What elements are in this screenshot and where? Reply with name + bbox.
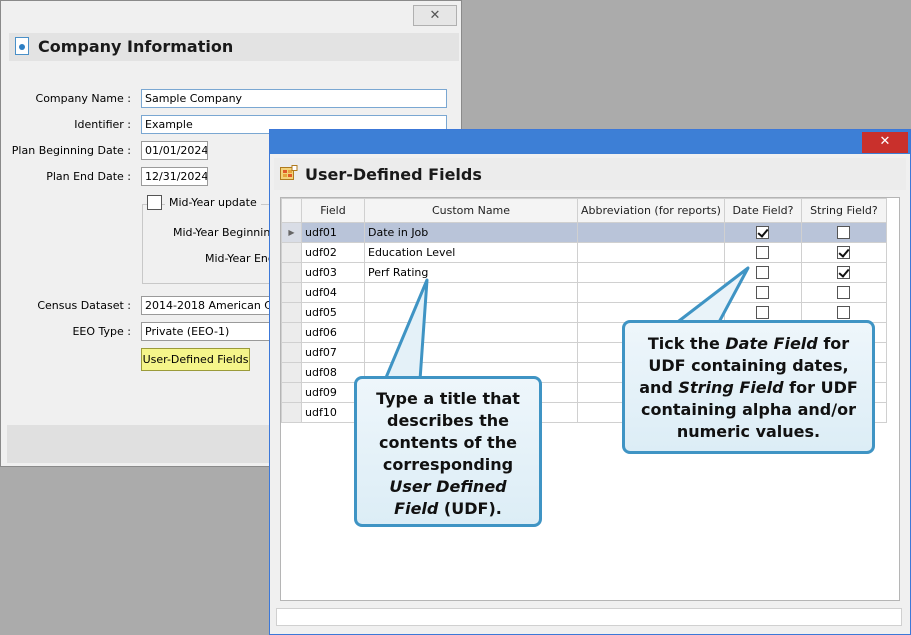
callout-line: Type a title that: [376, 389, 520, 408]
callout-line: Tick the Date Field for: [625, 333, 872, 355]
callout-line: containing alpha and/or: [641, 400, 856, 419]
callout-text: Tick the: [647, 334, 726, 353]
left-callout-pointer: [383, 278, 429, 382]
callout-line: corresponding: [382, 455, 514, 474]
callout-line: UDF containing dates,: [648, 356, 849, 375]
callout-line: numeric values.: [676, 422, 821, 441]
callout-line: User Defined: [357, 476, 539, 498]
callout-date-string-fields: Tick the Date Field for UDF containing d…: [622, 320, 875, 454]
callout-italic: Date Field: [725, 334, 818, 353]
callout-italic: User Defined: [389, 477, 507, 496]
right-callout-pointer: [673, 266, 750, 326]
callout-text: for UDF: [783, 378, 858, 397]
callout-line: Field (UDF).: [357, 498, 539, 520]
callout-custom-name: Type a title that describes the contents…: [354, 376, 542, 527]
callout-line: describes the: [387, 411, 509, 430]
callout-line: contents of the: [379, 433, 517, 452]
callout-pointers: [383, 266, 750, 382]
callout-italic: Field: [394, 499, 439, 518]
callout-text: and: [639, 378, 679, 397]
callout-italic: String Field: [678, 378, 784, 397]
callout-text: for: [817, 334, 850, 353]
callout-line: and String Field for UDF: [625, 377, 872, 399]
callout-text: (UDF).: [438, 499, 502, 518]
